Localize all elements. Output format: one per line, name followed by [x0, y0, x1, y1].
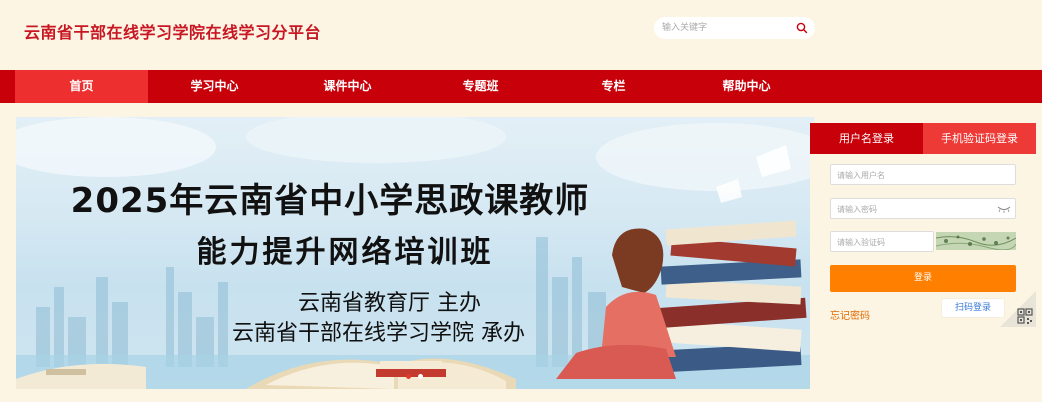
carousel-dot-active[interactable]	[406, 374, 411, 379]
carousel-dot[interactable]	[418, 374, 423, 379]
search-icon[interactable]	[796, 22, 808, 34]
password-field[interactable]	[830, 198, 1016, 219]
login-panel: 用户名登录 手机验证码登录 登录 忘记密码 扫码登录	[810, 123, 1036, 402]
banner-title-line2: 能力提升网络培训班	[196, 235, 494, 270]
qr-login-button[interactable]: 扫码登录	[942, 299, 1004, 317]
nav-item-learning-center[interactable]: 学习中心	[148, 70, 281, 103]
search-box[interactable]	[654, 17, 815, 39]
banner-organizer: 云南省教育厅 主办	[298, 291, 481, 316]
username-field[interactable]	[830, 164, 1016, 185]
banner-carousel[interactable]: 2025年云南省中小学思政课教师 能力提升网络培训班 云南省教育厅 主办 云南省…	[16, 117, 814, 389]
main-nav: 首页 学习中心 课件中心 专题班 专栏 帮助中心	[0, 70, 1042, 103]
nav-item-special-classes[interactable]: 专题班	[414, 70, 547, 103]
banner-title-line1: 2025年云南省中小学思政课教师	[70, 181, 590, 221]
password-input[interactable]	[837, 202, 987, 216]
captcha-field[interactable]	[830, 231, 934, 252]
login-button[interactable]: 登录	[830, 265, 1016, 292]
nav-item-columns[interactable]: 专栏	[547, 70, 680, 103]
site-title[interactable]: 云南省干部在线学习学院在线学习分平台	[24, 19, 321, 43]
nav-item-home[interactable]: 首页	[15, 70, 148, 103]
tab-sms-login[interactable]: 手机验证码登录	[923, 123, 1036, 154]
captcha-image[interactable]	[936, 232, 1016, 250]
nav-item-courseware-center[interactable]: 课件中心	[281, 70, 414, 103]
tab-username-login[interactable]: 用户名登录	[810, 123, 923, 154]
search-input[interactable]	[662, 20, 790, 36]
qr-code-corner-icon[interactable]	[1000, 291, 1036, 327]
banner-organizer-secondary: 云南省干部在线学习学院 承办	[232, 321, 525, 346]
captcha-input[interactable]	[837, 235, 929, 249]
forgot-password-link[interactable]: 忘记密码	[830, 307, 870, 322]
eye-closed-icon[interactable]	[997, 205, 1011, 213]
header: 云南省干部在线学习学院在线学习分平台	[0, 0, 1042, 70]
username-input[interactable]	[837, 168, 987, 182]
login-tabs: 用户名登录 手机验证码登录	[810, 123, 1036, 154]
nav-item-help-center[interactable]: 帮助中心	[680, 70, 813, 103]
